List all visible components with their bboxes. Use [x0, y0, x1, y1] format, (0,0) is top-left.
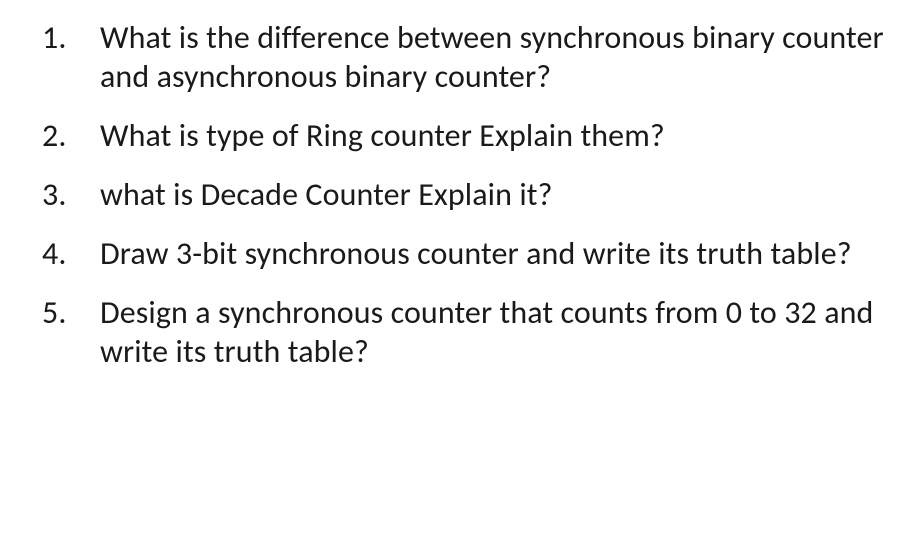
question-text: Draw 3-bit synchronous counter and write… [100, 234, 852, 273]
list-item: Design a synchronous counter that counts… [100, 293, 884, 371]
question-text: Design a synchronous counter that counts… [100, 293, 873, 371]
document-page: What is the difference between synchrono… [0, 0, 912, 409]
question-text: What is the difference between synchrono… [100, 18, 884, 96]
list-item: What is the difference between synchrono… [100, 18, 884, 96]
question-text: What is type of Ring counter Explain the… [100, 116, 665, 155]
list-item: What is type of Ring counter Explain the… [100, 116, 884, 155]
question-list: What is the difference between synchrono… [28, 18, 884, 371]
list-item: what is Decade Counter Explain it? [100, 175, 884, 214]
question-text: what is Decade Counter Explain it? [100, 175, 553, 214]
list-item: Draw 3-bit synchronous counter and write… [100, 234, 884, 273]
